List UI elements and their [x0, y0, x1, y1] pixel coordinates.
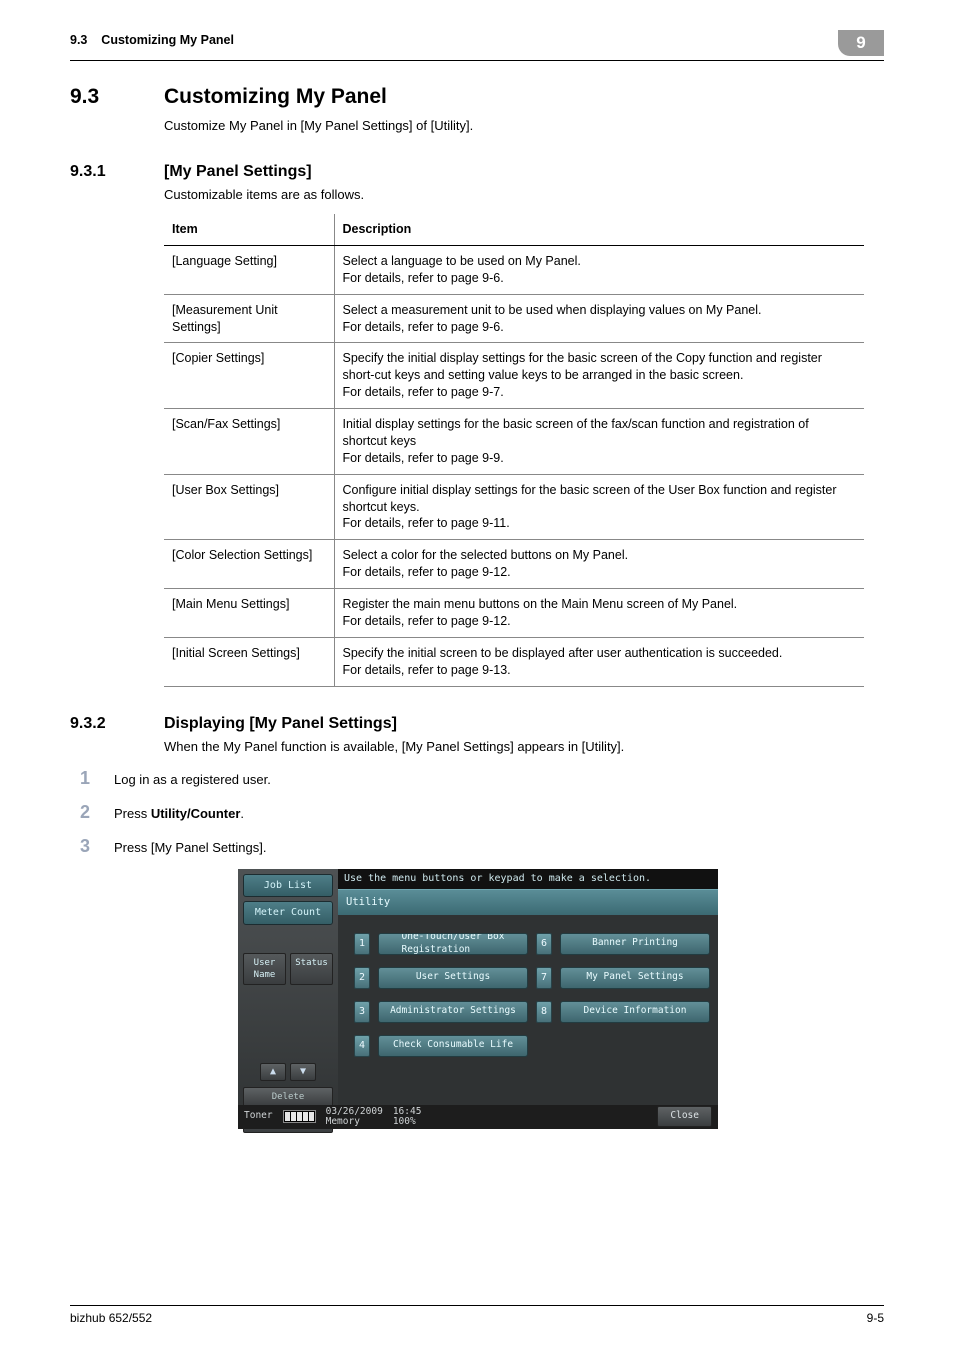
h2b-number: 9.3.2 [70, 713, 132, 735]
h2b-title: Displaying [My Panel Settings] [164, 713, 397, 735]
option-button[interactable]: My Panel Settings [560, 967, 710, 989]
step-number: 2 [70, 800, 90, 824]
rh-rule [70, 60, 884, 61]
th-item: Item [164, 214, 334, 245]
table-cell-item: [Main Menu Settings] [164, 589, 334, 638]
panel-statusbar: Toner 03/26/2009 Memory 16:45 100% Close [238, 1105, 718, 1129]
panel-hint: Use the menu buttons or keypad to make a… [338, 869, 718, 889]
table-cell-item: [Measurement Unit Settings] [164, 294, 334, 343]
toner-gauge-icon [283, 1110, 316, 1123]
table-cell-item: [User Box Settings] [164, 474, 334, 540]
option-button[interactable]: Banner Printing [560, 933, 710, 955]
footer-page: 9-5 [867, 1310, 884, 1326]
step-item: 3 Press [My Panel Settings]. [70, 834, 884, 858]
table-cell-item: [Copier Settings] [164, 343, 334, 409]
option-number: 3 [354, 1001, 370, 1023]
settings-table: Item Description [Language Setting]Selec… [164, 214, 864, 687]
h1-title: Customizing My Panel [164, 83, 387, 111]
status-header: Status [290, 953, 333, 985]
option-button[interactable]: Device Information [560, 1001, 710, 1023]
option-button[interactable]: Check Consumable Life [378, 1035, 528, 1057]
scroll-down-button[interactable]: ▼ [290, 1063, 316, 1081]
step-number: 1 [70, 766, 90, 790]
table-cell-desc: Select a color for the selected buttons … [334, 540, 864, 589]
status-memory: 100% [393, 1117, 422, 1127]
footer-model: bizhub 652/552 [70, 1310, 152, 1326]
table-cell-item: [Initial Screen Settings] [164, 637, 334, 686]
table-row: [Measurement Unit Settings]Select a meas… [164, 294, 864, 343]
rh-section-title: Customizing My Panel [101, 33, 234, 47]
option-number: 6 [536, 933, 552, 955]
h1-number: 9.3 [70, 83, 132, 111]
table-cell-item: [Language Setting] [164, 245, 334, 294]
step-text: Press [My Panel Settings]. [114, 839, 266, 857]
option-button[interactable]: Administrator Settings [378, 1001, 528, 1023]
table-row: [Scan/Fax Settings]Initial display setti… [164, 409, 864, 475]
table-row: [User Box Settings]Configure initial dis… [164, 474, 864, 540]
step-number: 3 [70, 834, 90, 858]
device-panel: Job List Meter Count User Name Status ▲ … [238, 869, 718, 1129]
h2a-intro: Customizable items are as follows. [164, 186, 884, 204]
panel-main: Use the menu buttons or keypad to make a… [338, 869, 718, 1129]
table-row: [Main Menu Settings]Register the main me… [164, 589, 864, 638]
h2a-title: [My Panel Settings] [164, 161, 312, 183]
h1-intro: Customize My Panel in [My Panel Settings… [164, 117, 884, 135]
step-item: 1 Log in as a registered user. [70, 766, 884, 790]
panel-sidebar: Job List Meter Count User Name Status ▲ … [238, 869, 338, 1129]
job-list-tab[interactable]: Job List [243, 874, 333, 898]
h2b-intro: When the My Panel function is available,… [164, 738, 884, 756]
rh-section-no: 9.3 [70, 33, 87, 47]
step-text: Press Utility/Counter. [114, 805, 244, 823]
table-cell-desc: Initial display settings for the basic s… [334, 409, 864, 475]
h2a-number: 9.3.1 [70, 161, 132, 183]
th-desc: Description [334, 214, 864, 245]
table-row: [Language Setting]Select a language to b… [164, 245, 864, 294]
close-button[interactable]: Close [657, 1106, 712, 1127]
table-cell-desc: Select a language to be used on My Panel… [334, 245, 864, 294]
table-cell-desc: Specify the initial screen to be display… [334, 637, 864, 686]
steps-list: 1 Log in as a registered user. 2 Press Util… [70, 766, 884, 859]
step-item: 2 Press Utility/Counter. [70, 800, 884, 824]
table-cell-item: [Color Selection Settings] [164, 540, 334, 589]
panel-band: Utility [338, 889, 718, 915]
table-cell-desc: Specify the initial display settings for… [334, 343, 864, 409]
status-memory-label: Memory [326, 1117, 383, 1127]
rh-chapter-chip: 9 [838, 30, 884, 56]
table-row: [Copier Settings]Specify the initial dis… [164, 343, 864, 409]
table-cell-desc: Configure initial display settings for t… [334, 474, 864, 540]
table-cell-desc: Select a measurement unit to be used whe… [334, 294, 864, 343]
user-name-header: User Name [243, 953, 286, 985]
table-cell-item: [Scan/Fax Settings] [164, 409, 334, 475]
scroll-up-button[interactable]: ▲ [260, 1063, 286, 1081]
table-cell-desc: Register the main menu buttons on the Ma… [334, 589, 864, 638]
option-number: 2 [354, 967, 370, 989]
meter-count-tab[interactable]: Meter Count [243, 901, 333, 925]
option-number: 7 [536, 967, 552, 989]
option-number: 8 [536, 1001, 552, 1023]
option-button[interactable]: One-Touch/User Box Registration [378, 933, 528, 955]
option-number: 4 [354, 1035, 370, 1057]
toner-label: Toner [244, 1110, 273, 1123]
table-row: [Color Selection Settings]Select a color… [164, 540, 864, 589]
table-row: [Initial Screen Settings]Specify the ini… [164, 637, 864, 686]
option-number: 1 [354, 933, 370, 955]
step-text: Log in as a registered user. [114, 771, 271, 789]
option-button[interactable]: User Settings [378, 967, 528, 989]
